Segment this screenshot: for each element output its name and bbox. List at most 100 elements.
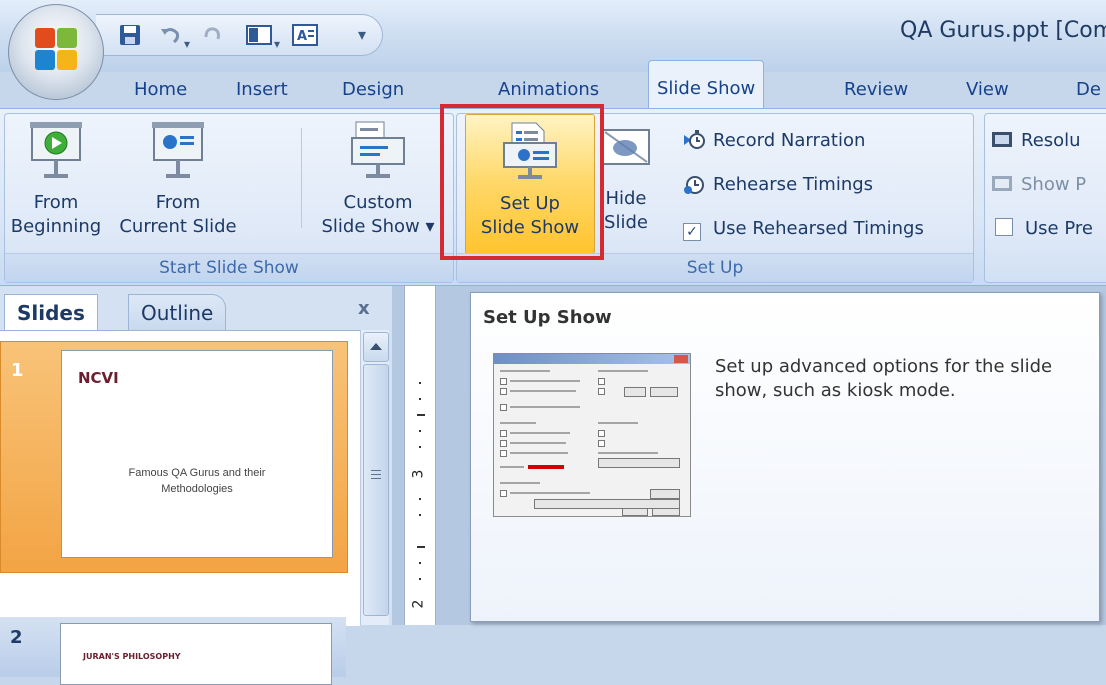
tooltip-title: Set Up Show [483, 307, 612, 328]
projector-play-icon [30, 122, 82, 178]
mini-text [500, 482, 540, 484]
svg-text:A: A [297, 29, 307, 44]
slide-preview: JURAN'S PHILOSOPHY [60, 623, 332, 685]
slide-preview: NCVI Famous QA Gurus and their Methodolo… [61, 350, 333, 558]
resolution-label: Resolu [1021, 130, 1081, 151]
projector-slide-icon [152, 122, 204, 178]
scroll-up-button[interactable] [363, 332, 389, 362]
close-pane-icon[interactable]: x [358, 298, 370, 319]
tab-review[interactable]: Review [836, 72, 916, 108]
slide-thumbnail-2[interactable]: 2 JURAN'S PHILOSOPHY [0, 617, 346, 685]
slide-thumbnail-1[interactable]: 1 NCVI Famous QA Gurus and their Methodo… [0, 341, 348, 573]
group-separator [301, 128, 302, 228]
show-presentation-on-button[interactable]: Show P [991, 170, 1086, 200]
tab-animations[interactable]: Animations [490, 72, 607, 108]
ruler-tick [419, 498, 421, 500]
undo-dropdown-icon[interactable]: ▾ [184, 37, 190, 51]
from-current-label-1: From [155, 192, 201, 213]
mini-button [650, 489, 680, 499]
highlight-annotation [440, 104, 604, 260]
mini-color-swatch [528, 465, 564, 469]
dialog-titlebar [494, 354, 690, 364]
mini-text [510, 406, 580, 408]
hide-slide-label-2: Slide [604, 212, 648, 233]
custom-slide-show-button[interactable]: Custom Slide Show ▾ [311, 114, 445, 252]
start-slide-show-group: From Beginning From Current Slide Custom… [4, 113, 454, 283]
tab-outline[interactable]: Outline [128, 294, 227, 331]
custom-show-icon [351, 121, 405, 178]
dialog-close-icon [674, 355, 688, 363]
office-logo-icon [35, 28, 77, 70]
title-bar: ▾ ▾ A ▾ QA Gurus.ppt [Com [0, 0, 1106, 72]
slide-title: JURAN'S PHILOSOPHY [83, 652, 181, 661]
mini-text [598, 452, 658, 454]
mini-text [500, 370, 550, 372]
mini-option [500, 450, 507, 457]
customize-toolbar-icon[interactable]: ▾ [358, 25, 366, 44]
mini-text [598, 422, 638, 424]
ruler-tick [419, 562, 421, 564]
from-beginning-label-1: From [33, 192, 79, 213]
tab-view[interactable]: View [958, 72, 1017, 108]
mini-text [598, 370, 648, 372]
mini-option [500, 388, 507, 395]
record-narration-button[interactable]: Record Narration [683, 126, 865, 156]
ruler-tick [419, 446, 421, 448]
use-rehearsed-timings-checkbox[interactable]: ✓ Use Rehearsed Timings [683, 214, 924, 244]
record-narration-label: Record Narration [713, 130, 866, 151]
mini-option [500, 378, 507, 385]
slides-scrollbar[interactable] [360, 330, 389, 625]
mini-option [598, 440, 605, 447]
mini-text [510, 452, 568, 454]
mini-text [510, 432, 570, 434]
mini-button [622, 508, 648, 516]
office-button[interactable] [8, 4, 104, 100]
resolution-icon [992, 132, 1012, 147]
from-current-slide-button[interactable]: From Current Slide [113, 114, 243, 252]
redo-icon[interactable] [200, 23, 224, 47]
mini-option [500, 440, 507, 447]
dialog-preview-image [493, 353, 691, 517]
mini-field [598, 458, 680, 468]
hide-slide-icon [602, 129, 650, 165]
undo-icon[interactable] [158, 23, 182, 47]
tooltip-description: Set up advanced options for the slide sh… [715, 356, 1053, 401]
use-presenter-label: Use Pre [1025, 218, 1093, 239]
ruler-tick [419, 382, 421, 384]
record-narration-icon [684, 130, 705, 149]
textbox-icon[interactable]: A [292, 23, 318, 47]
resolution-button[interactable]: Resolu [991, 126, 1081, 156]
set-up-show-tooltip: Set Up Show Set up advanced options for … [470, 292, 1100, 622]
tab-design[interactable]: Design [334, 72, 412, 108]
ruler-tick [419, 514, 421, 516]
layout-dropdown-icon[interactable]: ▾ [274, 37, 280, 51]
ruler-tick [419, 578, 421, 580]
use-rehearsed-check-icon[interactable]: ✓ [683, 223, 701, 241]
slide-number: 1 [11, 360, 24, 381]
mini-option [500, 404, 507, 411]
use-rehearsed-timings-label: Use Rehearsed Timings [713, 218, 924, 239]
from-beginning-button[interactable]: From Beginning [5, 114, 107, 252]
show-presentation-label: Show P [1021, 174, 1087, 195]
save-icon[interactable] [118, 23, 142, 47]
ruler-tick [417, 414, 425, 416]
mini-option [500, 430, 507, 437]
slide-subtitle-line-1: Famous QA Gurus and their [128, 467, 266, 479]
tab-developer[interactable]: De [1068, 72, 1106, 108]
rehearse-timings-label: Rehearse Timings [713, 174, 874, 195]
mini-field [650, 387, 678, 397]
slides-pane: Outline Slides x 1 NCVI Famous QA Gurus … [0, 286, 392, 685]
from-beginning-label-2: Beginning [10, 216, 102, 237]
tab-slide-show[interactable]: Slide Show [648, 60, 765, 109]
use-presenter-check-icon[interactable] [995, 218, 1013, 236]
tab-home[interactable]: Home [126, 72, 195, 108]
use-presenter-view-checkbox[interactable]: Use Pre [995, 214, 1093, 244]
rehearse-timings-button[interactable]: Rehearse Timings [683, 170, 873, 200]
scrollbar-thumb[interactable] [363, 364, 389, 616]
layout-icon[interactable] [246, 23, 272, 47]
rehearse-timings-icon [684, 176, 704, 194]
hide-slide-button[interactable]: Hide Slide [595, 114, 657, 252]
tab-slides[interactable]: Slides [4, 294, 98, 331]
ruler-label: 2 [410, 599, 427, 609]
tab-insert[interactable]: Insert [228, 72, 296, 108]
